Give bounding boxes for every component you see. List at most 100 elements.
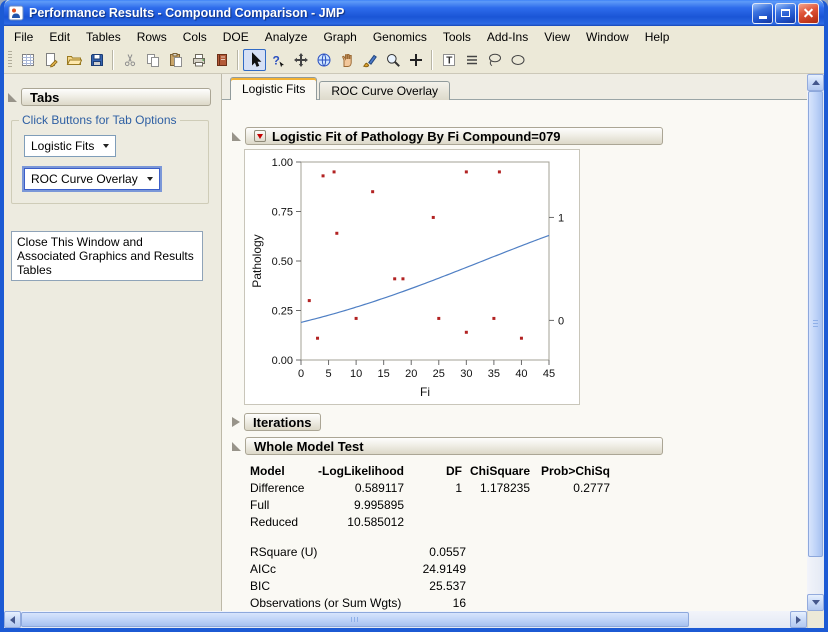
whole-model-header[interactable]: Whole Model Test xyxy=(245,437,663,455)
menu-item-tools[interactable]: Tools xyxy=(435,27,479,47)
horizontal-scrollbar[interactable] xyxy=(4,611,807,628)
close-icon xyxy=(803,8,814,19)
dropdown-stack: Logistic Fits ROC Curve Overlay xyxy=(24,135,208,190)
tab-options-label: Click Buttons for Tab Options xyxy=(19,113,180,127)
scroll-down-button[interactable] xyxy=(807,594,824,611)
svg-text:0: 0 xyxy=(298,368,304,380)
column-header: Model xyxy=(250,464,285,478)
menu-item-doe[interactable]: DOE xyxy=(215,27,257,47)
svg-text:5: 5 xyxy=(325,368,331,380)
cut-button[interactable] xyxy=(118,49,141,71)
hand-tool-button[interactable] xyxy=(335,49,358,71)
vertical-scrollbar-thumb[interactable] xyxy=(808,91,823,557)
open-file-button[interactable] xyxy=(62,49,85,71)
cell-value xyxy=(404,514,462,531)
logistic-fits-dropdown[interactable]: Logistic Fits xyxy=(24,135,117,157)
expand-triangle-icon[interactable] xyxy=(232,417,240,427)
copy-button[interactable] xyxy=(141,49,164,71)
roc-curve-overlay-dropdown-label: ROC Curve Overlay xyxy=(31,172,138,186)
menu-item-help[interactable]: Help xyxy=(637,27,678,47)
minimize-button[interactable] xyxy=(752,2,773,24)
red-triangle-menu-button[interactable] xyxy=(254,130,266,142)
menu-item-genomics[interactable]: Genomics xyxy=(365,27,435,47)
close-button[interactable] xyxy=(798,2,819,24)
toolbar-grip[interactable] xyxy=(8,51,12,69)
svg-text:0.00: 0.00 xyxy=(272,355,293,367)
lasso-tool-icon xyxy=(487,52,503,68)
paste-button[interactable] xyxy=(164,49,187,71)
horizontal-scrollbar-thumb[interactable] xyxy=(21,612,689,627)
collapse-triangle-icon[interactable] xyxy=(232,441,241,451)
whole-model-table: Model -LogLikelihood DF ChiSquare Prob>ChiSq… xyxy=(250,463,807,531)
iterations-outline-row: Iterations xyxy=(232,413,807,431)
roc-curve-overlay-dropdown[interactable]: ROC Curve Overlay xyxy=(24,168,160,190)
copy-icon xyxy=(145,52,161,68)
menu-item-view[interactable]: View xyxy=(536,27,578,47)
arrow-down-icon xyxy=(811,600,820,605)
close-window-button[interactable]: Close This Window and Associated Graphic… xyxy=(11,231,203,281)
column-header: DF xyxy=(446,464,462,478)
annotate-text-tool-button[interactable]: T xyxy=(437,49,460,71)
caption-buttons xyxy=(752,2,819,24)
new-journal-button[interactable] xyxy=(39,49,62,71)
tab-logistic-fits[interactable]: Logistic Fits xyxy=(230,77,318,100)
menu-item-window[interactable]: Window xyxy=(578,27,637,47)
logistic-fit-header[interactable]: Logistic Fit of Pathology By Fi Compound… xyxy=(245,127,663,145)
vertical-scrollbar[interactable] xyxy=(807,74,824,611)
cell-value xyxy=(404,497,462,514)
fit-outline-row: Logistic Fit of Pathology By Fi Compound… xyxy=(232,127,807,145)
svg-text:40: 40 xyxy=(515,368,527,380)
arrow-tool-button[interactable] xyxy=(243,49,266,71)
menu-item-file[interactable]: File xyxy=(6,27,41,47)
sidebar-panel: Tabs Click Buttons for Tab Options Logis… xyxy=(4,74,222,611)
svg-text:Fi: Fi xyxy=(420,385,430,399)
print-button[interactable] xyxy=(187,49,210,71)
globe-tool-icon xyxy=(316,52,332,68)
scroll-left-button[interactable] xyxy=(4,611,21,628)
crosshair-tool-button[interactable] xyxy=(404,49,427,71)
stat-value: 25.537 xyxy=(429,579,466,593)
annotate-lines-tool-button[interactable] xyxy=(460,49,483,71)
menu-item-edit[interactable]: Edit xyxy=(41,27,78,47)
save-file-button[interactable] xyxy=(85,49,108,71)
svg-text:1: 1 xyxy=(558,212,564,224)
menu-item-graph[interactable]: Graph xyxy=(315,27,364,47)
help-tool-button[interactable]: ? xyxy=(266,49,289,71)
tab-roc-curve-overlay[interactable]: ROC Curve Overlay xyxy=(319,81,451,100)
maximize-button[interactable] xyxy=(775,2,796,24)
bottom-scroll-row xyxy=(4,611,824,628)
whole-model-title: Whole Model Test xyxy=(254,438,364,454)
oval-tool-button[interactable] xyxy=(506,49,529,71)
scroll-right-button[interactable] xyxy=(790,611,807,628)
scroll-up-button[interactable] xyxy=(807,74,824,91)
title-bar[interactable]: Performance Results - Compound Compariso… xyxy=(4,0,824,26)
journal-button[interactable] xyxy=(210,49,233,71)
svg-text:0.25: 0.25 xyxy=(272,306,293,318)
collapse-triangle-icon[interactable] xyxy=(232,131,241,141)
menu-item-rows[interactable]: Rows xyxy=(129,27,175,47)
menu-item-cols[interactable]: Cols xyxy=(175,27,215,47)
svg-text:15: 15 xyxy=(378,368,390,380)
jmp-window: Performance Results - Compound Compariso… xyxy=(0,0,828,632)
menu-item-add-ins[interactable]: Add-Ins xyxy=(479,27,536,47)
tabs-panel-header[interactable]: Tabs xyxy=(21,88,211,106)
logistic-plot[interactable]: 0.00 0.25 0.50 0.75 1.00 0 5 10 15 20 25 30 35 40 45 1 0… xyxy=(244,149,580,405)
app-icon[interactable] xyxy=(8,5,24,21)
svg-text:0: 0 xyxy=(558,315,564,327)
zoom-tool-button[interactable] xyxy=(381,49,404,71)
save-file-icon xyxy=(89,52,105,68)
brush-tool-button[interactable] xyxy=(358,49,381,71)
svg-text:Pathology: Pathology xyxy=(250,234,264,287)
collapse-triangle-icon[interactable] xyxy=(8,92,17,102)
toolbar: ? T xyxy=(4,47,824,74)
new-data-table-button[interactable] xyxy=(16,49,39,71)
annotate-lines-tool-icon xyxy=(464,52,480,68)
grabber-tool-button[interactable] xyxy=(289,49,312,71)
lasso-tool-button[interactable] xyxy=(483,49,506,71)
hand-tool-icon xyxy=(339,52,355,68)
globe-tool-button[interactable] xyxy=(312,49,335,71)
menu-item-analyze[interactable]: Analyze xyxy=(257,27,316,47)
grabber-tool-icon xyxy=(293,52,309,68)
iterations-header[interactable]: Iterations xyxy=(244,413,321,431)
menu-item-tables[interactable]: Tables xyxy=(78,27,129,47)
